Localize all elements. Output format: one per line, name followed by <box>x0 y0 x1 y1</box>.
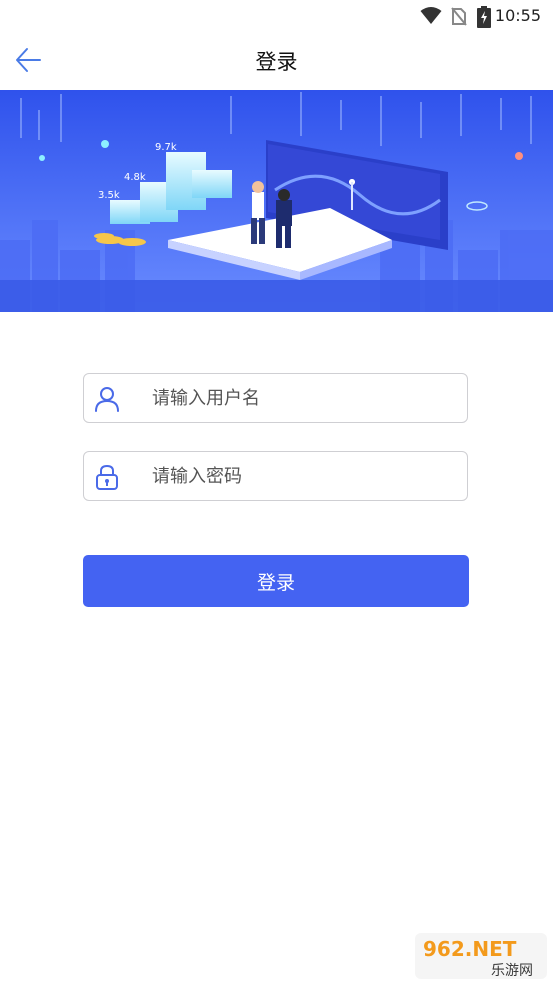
username-input[interactable] <box>152 374 452 422</box>
wifi-icon <box>420 7 442 24</box>
battery-charging-icon <box>477 6 491 28</box>
chart-label-2: 4.8k <box>124 172 146 183</box>
lock-icon <box>96 464 118 490</box>
chart-label-1: 9.7k <box>155 142 177 153</box>
no-sim-icon <box>451 7 467 26</box>
status-time: 10:55 <box>494 6 541 25</box>
status-bar: 10:55 <box>0 0 553 32</box>
watermark-brand: 962.NET <box>423 937 517 961</box>
banner-image: 9.7k 4.8k 3.5k <box>0 90 553 312</box>
page-title: 登录 <box>255 50 298 74</box>
username-field[interactable] <box>83 373 468 423</box>
password-input[interactable] <box>152 452 452 500</box>
watermark-sub: 乐游网 <box>491 963 533 979</box>
watermark-logo: 962.NET 乐游网 <box>415 933 547 979</box>
login-button[interactable]: 登录 <box>83 555 469 607</box>
password-field[interactable] <box>83 451 468 501</box>
app-header: 登录 <box>0 32 553 90</box>
user-icon <box>95 387 119 412</box>
chart-label-3: 3.5k <box>98 190 120 201</box>
